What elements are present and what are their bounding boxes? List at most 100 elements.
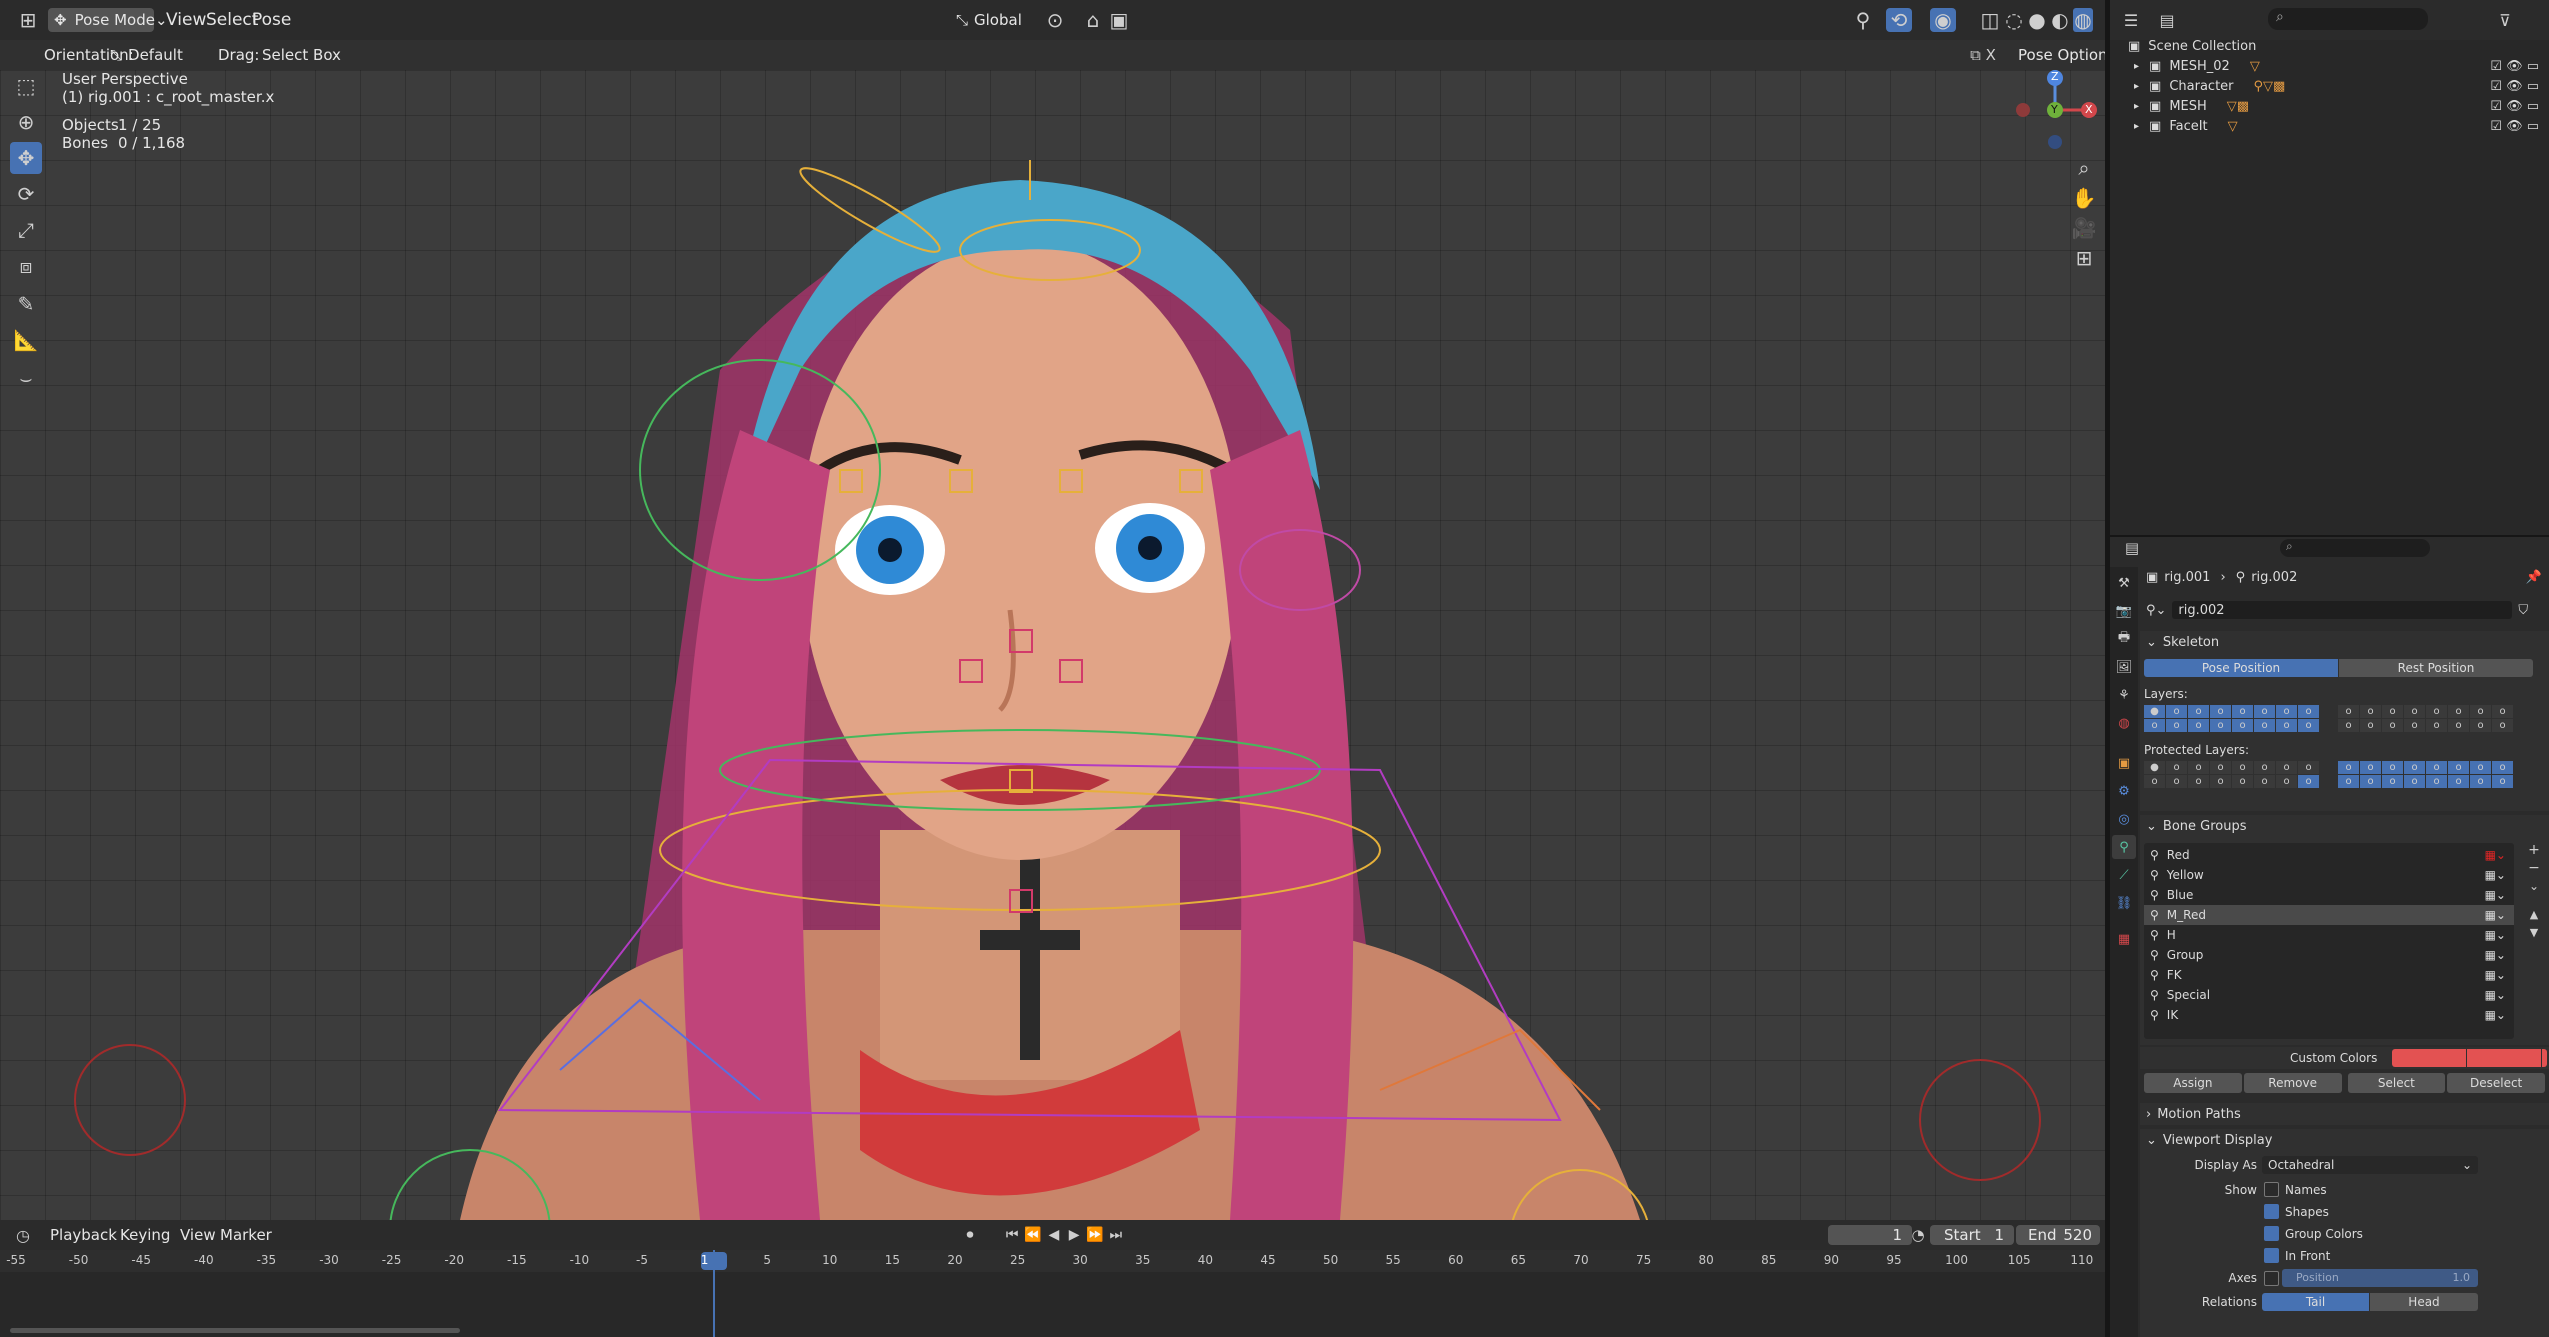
layer-toggle[interactable]: o: [2210, 719, 2231, 732]
area-divider-horizontal[interactable]: [2110, 535, 2549, 537]
rest-position-button[interactable]: Rest Position: [2339, 659, 2533, 677]
frame-ruler[interactable]: -55 -50 -45 -40 -35 -30 -25 -20 -15 -10 -5 1 5 10 15 20…: [0, 1250, 2105, 1272]
bone-group-item[interactable]: ⚲ IK ▦⌄: [2144, 1005, 2514, 1025]
layer-toggle[interactable]: o: [2404, 761, 2425, 774]
layer-toggle[interactable]: o: [2144, 775, 2165, 788]
layer-toggle[interactable]: o: [2298, 719, 2319, 732]
layer-toggle[interactable]: o: [2210, 761, 2231, 774]
color-set-icon[interactable]: ▦⌄: [2485, 988, 2506, 1002]
active-color-swatch[interactable]: [2542, 1049, 2547, 1067]
end-frame-field[interactable]: End 520: [2016, 1225, 2100, 1245]
pan-hand-icon[interactable]: ✋: [2068, 184, 2100, 212]
texture-tab-icon[interactable]: ▦: [2112, 927, 2136, 951]
bone-tab-icon[interactable]: ⟋: [2112, 863, 2136, 887]
layer-toggle[interactable]: o: [2254, 719, 2275, 732]
color-set-icon[interactable]: ▦⌄: [2485, 868, 2506, 882]
layer-toggle[interactable]: o: [2492, 705, 2513, 718]
play-icon[interactable]: ▶: [1066, 1224, 1082, 1246]
layer-toggle[interactable]: o: [2232, 705, 2253, 718]
pose-options-dropdown[interactable]: Pose Options: [2018, 46, 2115, 64]
annotate-icon[interactable]: ✎: [10, 288, 42, 320]
bone-group-item[interactable]: ⚲ Group ▦⌄: [2144, 945, 2514, 965]
layer-toggle[interactable]: o: [2426, 719, 2447, 732]
viewport-display-header[interactable]: ⌄ Viewport Display: [2140, 1129, 2549, 1151]
shading-buttons[interactable]: ◌ ● ◐ ◍: [2004, 8, 2096, 32]
pivot-icon[interactable]: ⊙: [1042, 8, 1068, 32]
color-set-icon[interactable]: ▦⌄: [2485, 908, 2506, 922]
overlay-toggle-icon[interactable]: ◉: [1930, 8, 1956, 32]
move-up-icon[interactable]: ▲: [2524, 905, 2544, 923]
solid-shading-icon[interactable]: ●: [2027, 8, 2047, 32]
layer-toggle[interactable]: o: [2426, 761, 2447, 774]
bone-group-item[interactable]: ⚲ Red ▦⌄: [2144, 845, 2514, 865]
layer-toggle[interactable]: o: [2426, 705, 2447, 718]
bone-group-item[interactable]: ⚲ M_Red ▦⌄: [2144, 905, 2514, 925]
color-set-icon[interactable]: ▦⌄: [2485, 968, 2506, 982]
layer-toggle[interactable]: o: [2360, 775, 2381, 788]
layer-toggle[interactable]: o: [2382, 775, 2403, 788]
jump-end-icon[interactable]: ⏭: [1108, 1224, 1124, 1246]
layer-toggle[interactable]: o: [2166, 775, 2187, 788]
bone-group-item[interactable]: ⚲ Blue ▦⌄: [2144, 885, 2514, 905]
snap-icon[interactable]: ⌂: [1080, 8, 1106, 32]
display-mode-icon[interactable]: ▤: [2152, 8, 2182, 32]
move-down-icon[interactable]: ▼: [2524, 923, 2544, 941]
layer-toggle[interactable]: o: [2276, 705, 2297, 718]
in-front-checkbox[interactable]: In Front: [2264, 1248, 2330, 1263]
pose-position-button[interactable]: Pose Position: [2144, 659, 2338, 677]
layer-toggle[interactable]: o: [2360, 705, 2381, 718]
layer-toggle[interactable]: o: [2426, 775, 2447, 788]
cursor-icon[interactable]: ⊕: [10, 106, 42, 138]
layer-toggle[interactable]: o: [2276, 761, 2297, 774]
object-tab-icon[interactable]: ▣: [2112, 751, 2136, 775]
layer-toggle[interactable]: o: [2338, 719, 2359, 732]
layer-toggle[interactable]: o: [2188, 761, 2209, 774]
timeline-editor-icon[interactable]: ◷: [8, 1224, 38, 1246]
layer-toggle[interactable]: o: [2232, 761, 2253, 774]
outliner-item[interactable]: ▸ ▣ MESH_02 ▽ ☑ 👁 ▭: [2110, 56, 2549, 76]
orientation-dropdown[interactable]: ⤡ Default: [110, 44, 206, 66]
transform-icon[interactable]: ⧈: [10, 250, 42, 282]
bone-group-list[interactable]: ⚲ Red ▦⌄ ⚲ Yellow ▦⌄ ⚲ Blue ▦⌄ ⚲ M_Red ▦⌄ ⚲ H ▦⌄ ⚲ Group…: [2144, 843, 2514, 1039]
modifier-tab-icon[interactable]: ⚙: [2112, 779, 2136, 803]
layer-toggle[interactable]: o: [2448, 761, 2469, 774]
editor-type-icon[interactable]: ⊞: [8, 8, 48, 32]
visibility-checks[interactable]: ☑ 👁 ▭: [2490, 119, 2539, 134]
outliner-search-input[interactable]: ⌕: [2268, 8, 2428, 30]
layer-toggle[interactable]: o: [2166, 761, 2187, 774]
bone-group-item[interactable]: ⚲ FK ▦⌄: [2144, 965, 2514, 985]
relations-tail-button[interactable]: Tail: [2262, 1293, 2369, 1311]
wireframe-shading-icon[interactable]: ◌: [2004, 8, 2024, 32]
shapes-check[interactable]: [2264, 1204, 2279, 1219]
drag-dropdown[interactable]: Select Box: [262, 46, 341, 64]
layer-toggle[interactable]: o: [2492, 775, 2513, 788]
select-box-icon[interactable]: ⬚: [10, 70, 42, 102]
specials-menu-icon[interactable]: ⌄: [2524, 877, 2544, 895]
layer-toggle[interactable]: o: [2232, 775, 2253, 788]
layer-toggle[interactable]: o: [2470, 761, 2491, 774]
layer-toggle[interactable]: o: [2188, 705, 2209, 718]
visibility-checks[interactable]: ☑ 👁 ▭: [2490, 79, 2539, 94]
names-checkbox[interactable]: Names: [2264, 1182, 2327, 1197]
menu-timeline-view[interactable]: View: [180, 1226, 216, 1244]
start-frame-field[interactable]: Start 1: [1930, 1225, 2014, 1245]
protected-layers-grid[interactable]: ● o o o o o o o o o o o o o o o o o o o o o o o o o o o o o o o: [2144, 761, 2544, 791]
layer-toggle[interactable]: o: [2210, 705, 2231, 718]
motion-paths-panel-header[interactable]: › Motion Paths: [2140, 1103, 2549, 1125]
perspective-grid-icon[interactable]: ⊞: [2068, 244, 2100, 272]
layer-toggle[interactable]: o: [2470, 775, 2491, 788]
layer-toggle[interactable]: o: [2188, 719, 2209, 732]
datablock-selector[interactable]: ⚲⌄ rig.002 ⛉: [2146, 601, 2546, 619]
layer-toggle[interactable]: o: [2276, 719, 2297, 732]
xray-icon[interactable]: ◫: [1978, 8, 2002, 32]
datablock-browse-icon[interactable]: ⚲⌄: [2146, 603, 2166, 618]
menu-keying[interactable]: Keying: [120, 1226, 170, 1244]
color-set-icon[interactable]: ▦⌄: [2485, 928, 2506, 942]
layer-toggle[interactable]: o: [2470, 705, 2491, 718]
properties-editor-icon[interactable]: ▤: [2118, 537, 2146, 559]
add-group-icon[interactable]: +: [2524, 841, 2544, 859]
layer-toggle[interactable]: o: [2360, 761, 2381, 774]
layer-toggle[interactable]: o: [2382, 705, 2403, 718]
gizmo-toggle-icon[interactable]: ⟲: [1886, 8, 1912, 32]
layer-toggle[interactable]: o: [2166, 719, 2187, 732]
